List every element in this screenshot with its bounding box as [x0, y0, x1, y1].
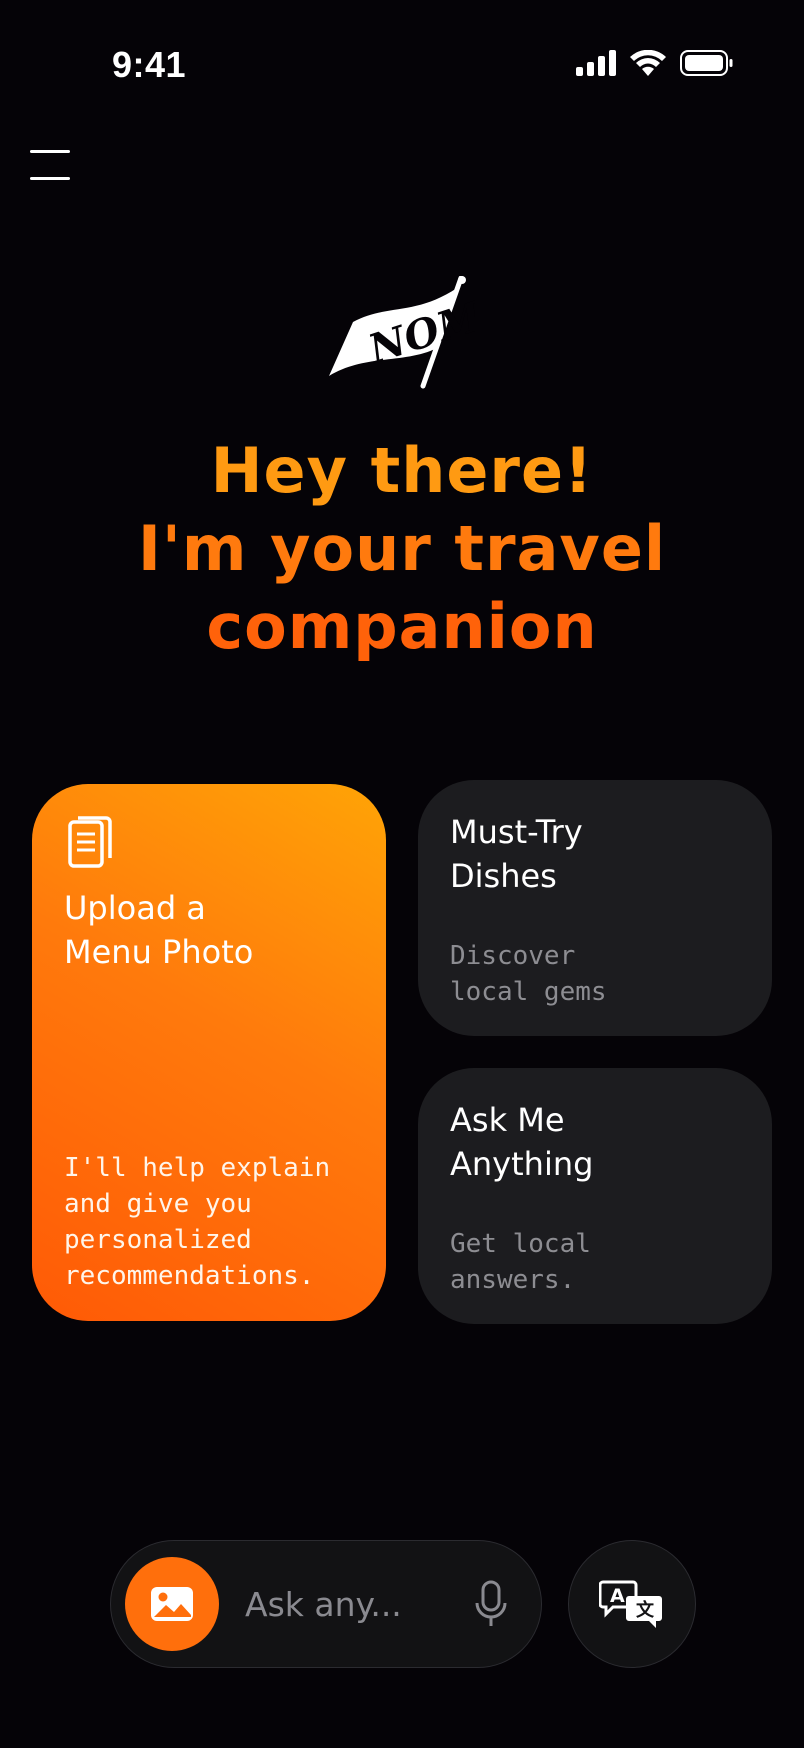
battery-icon [680, 50, 733, 76]
wifi-icon [630, 50, 666, 76]
nom-flag-logo: NOM [325, 275, 489, 391]
status-time: 9:41 [112, 44, 187, 85]
svg-text:NOM: NOM [361, 292, 475, 374]
status-icons [576, 50, 734, 76]
upload-card-subtitle: I'll help explain and give you personali… [64, 1153, 331, 1291]
translate-button[interactable]: A 文 [568, 1540, 696, 1668]
translate-icon: A 文 [599, 1580, 662, 1628]
dishes-card-title: Must-Try Dishes [450, 813, 583, 895]
svg-text:A: A [610, 1585, 625, 1607]
image-upload-button[interactable] [125, 1557, 219, 1651]
headline: Hey there! I'm your travel companion [0, 432, 804, 666]
upload-menu-photo-card[interactable]: Upload a Menu Photo I'll help explain an… [32, 784, 386, 1321]
search-input[interactable] [245, 1581, 465, 1627]
document-icon [68, 816, 112, 868]
must-try-dishes-card[interactable]: Must-Try Dishes Discover local gems [418, 780, 772, 1036]
ask-card-title: Ask Me Anything [450, 1101, 594, 1183]
headline-line-1: Hey there! [210, 434, 594, 507]
ask-card-subtitle: Get local answers. [450, 1229, 591, 1295]
headline-line-3: companion [206, 590, 598, 663]
headline-line-2: I'm your travel [137, 512, 667, 585]
hamburger-menu-icon [30, 150, 70, 153]
hamburger-menu-button[interactable] [30, 150, 70, 180]
search-bar [110, 1540, 542, 1668]
ask-me-anything-card[interactable]: Ask Me Anything Get local answers. [418, 1068, 772, 1324]
upload-card-title: Upload a Menu Photo [64, 889, 254, 971]
cellular-signal-icon [576, 50, 616, 76]
image-icon [151, 1587, 193, 1621]
microphone-icon[interactable] [473, 1579, 509, 1629]
dishes-card-subtitle: Discover local gems [450, 941, 607, 1007]
svg-text:文: 文 [636, 1599, 655, 1621]
